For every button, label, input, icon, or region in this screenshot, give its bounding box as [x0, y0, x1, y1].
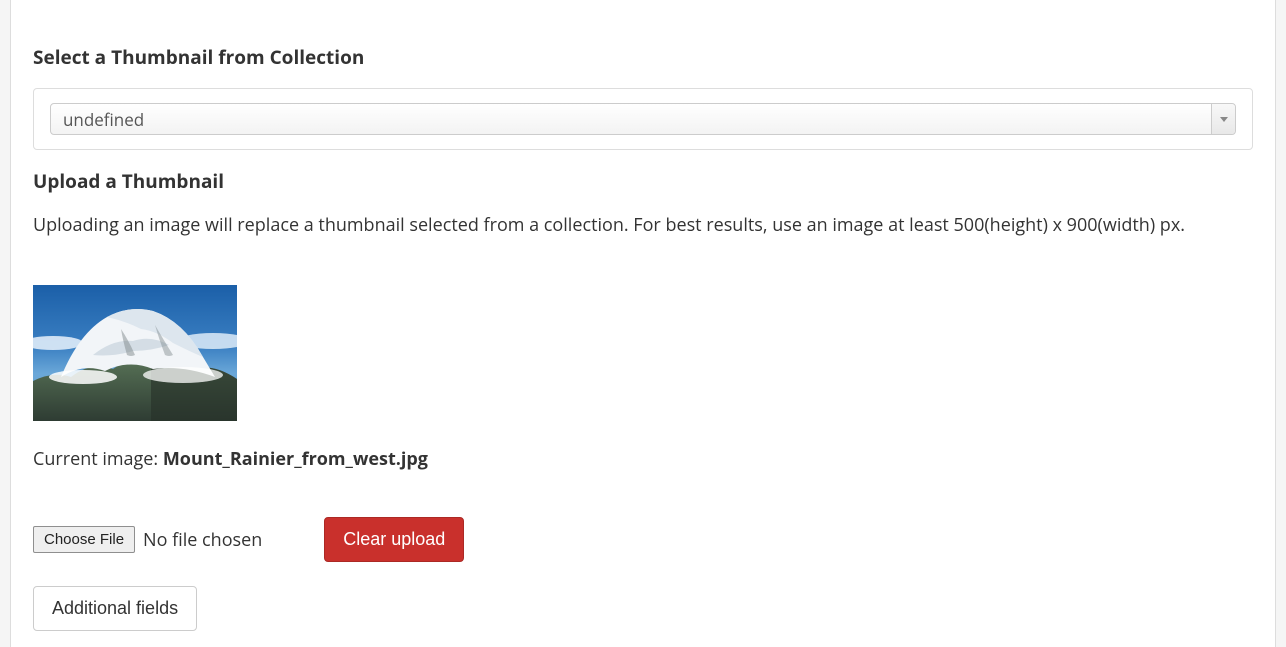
collection-thumbnail-select[interactable]: undefined — [50, 103, 1236, 135]
current-thumbnail-preview — [33, 285, 237, 421]
additional-fields-button[interactable]: Additional fields — [33, 586, 197, 631]
upload-help-text: Uploading an image will replace a thumbn… — [33, 212, 1253, 239]
collection-thumbnail-select-value: undefined — [63, 108, 144, 131]
panel-body: Select a Thumbnail from Collection undef… — [10, 0, 1276, 647]
chevron-down-icon — [1211, 104, 1235, 134]
no-file-chosen-text: No file chosen — [143, 528, 262, 552]
current-image-label: Current image: — [33, 447, 163, 471]
clear-upload-button[interactable]: Clear upload — [324, 517, 464, 562]
file-upload-row: Choose File No file chosen Clear upload — [33, 517, 1253, 562]
current-image-line: Current image: Mount_Rainier_from_west.j… — [33, 447, 1253, 471]
choose-file-button[interactable]: Choose File — [33, 526, 135, 553]
current-image-filename: Mount_Rainier_from_west.jpg — [163, 447, 428, 471]
select-thumbnail-panel: undefined — [33, 88, 1253, 150]
upload-thumbnail-heading: Upload a Thumbnail — [33, 168, 1253, 194]
select-thumbnail-heading: Select a Thumbnail from Collection — [33, 44, 1253, 70]
